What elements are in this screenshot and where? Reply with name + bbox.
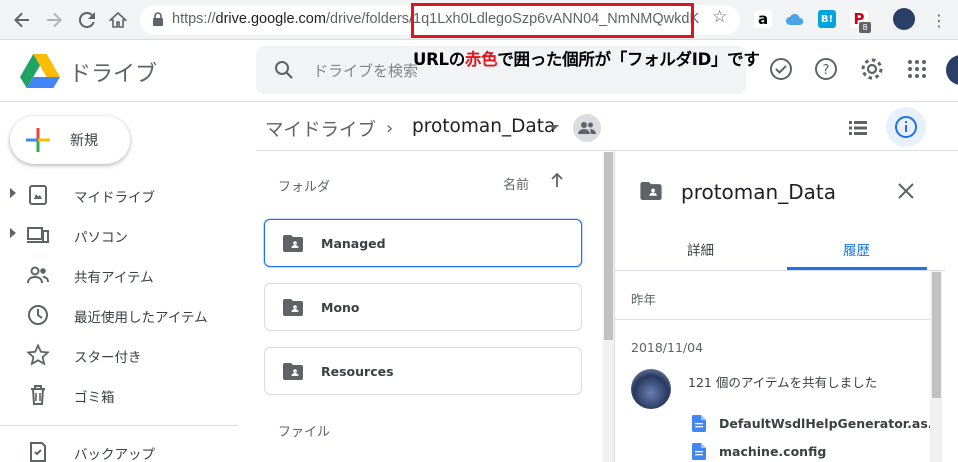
chevron-down-icon[interactable]	[549, 125, 559, 130]
cloud-extension-icon[interactable]	[786, 10, 804, 28]
backup-icon	[30, 442, 46, 462]
activity-description: 121 個のアイテムを共有しました	[688, 375, 878, 390]
url-prefix: https://	[172, 11, 216, 27]
files-section-label: ファイル	[278, 425, 331, 440]
help-icon[interactable]: ?	[813, 56, 839, 82]
url-domain: drive.google.com	[215, 11, 326, 27]
tab-details[interactable]: 詳細	[687, 239, 714, 259]
sidebar-item-label: マイドライブ	[74, 190, 155, 206]
clock-icon	[28, 305, 48, 325]
sidebar-item-recent[interactable]: 最近使用したアイテム	[0, 295, 238, 335]
folder-shared-icon	[283, 299, 303, 316]
plus-icon	[26, 128, 50, 152]
breadcrumb-root[interactable]: マイドライブ	[265, 116, 376, 142]
folder-card-managed[interactable]: Managed	[264, 219, 582, 267]
offline-check-icon[interactable]	[768, 56, 794, 82]
search-icon[interactable]	[274, 60, 294, 80]
details-title: protoman_Data	[681, 180, 836, 204]
folder-name: Mono	[321, 300, 360, 315]
shared-people-icon	[27, 266, 49, 284]
bookmark-star-icon[interactable]: ☆	[712, 7, 727, 27]
sidebar-item-label: 最近使用したアイテム	[74, 310, 208, 326]
extension-badge: 8	[859, 22, 871, 33]
period-divider	[615, 319, 930, 320]
trash-icon	[31, 385, 45, 405]
sidebar-item-label: 共有アイテム	[74, 270, 154, 286]
expand-arrow-icon[interactable]	[10, 188, 16, 198]
panel-scrollbar-thumb[interactable]	[932, 272, 941, 398]
folder-id-highlight-box	[411, 3, 694, 38]
annotation-caption: URLの赤色で囲った個所が「フォルダID」です	[413, 46, 760, 70]
url-path: /drive/folders/	[325, 11, 413, 27]
tab-activity[interactable]: 履歴	[843, 239, 870, 259]
sidebar-item-backup[interactable]: バックアップ	[0, 432, 238, 462]
new-label: 新規	[70, 133, 98, 149]
document-icon	[692, 443, 706, 460]
caption-part-2: で囲った個所が「フォルダID」です	[497, 50, 760, 69]
file-name: DefaultWsdlHelpGenerator.as...	[719, 416, 943, 431]
gear-icon[interactable]	[859, 56, 885, 82]
folder-card-mono[interactable]: Mono	[264, 283, 582, 331]
forward-arrow-icon[interactable]	[42, 8, 66, 32]
computers-icon	[27, 227, 49, 243]
sidebar-item-label: ゴミ箱	[74, 390, 115, 406]
folder-name: Managed	[321, 236, 386, 251]
sidebar-item-label: バックアップ	[74, 447, 155, 462]
folders-section-label: フォルダ	[278, 180, 331, 195]
browser-toolbar: https://drive.google.com/drive/folders/1…	[0, 0, 958, 40]
shared-folder-icon[interactable]	[573, 114, 601, 142]
svg-text:?: ?	[823, 63, 830, 78]
sort-up-arrow-icon[interactable]	[548, 171, 566, 189]
main-scrollbar-thumb[interactable]	[604, 152, 613, 340]
folder-name: Resources	[321, 364, 394, 379]
apps-grid-icon[interactable]	[904, 56, 930, 82]
caption-part-1: URLの	[413, 50, 465, 69]
star-icon	[26, 343, 50, 366]
new-button[interactable]: 新規	[10, 116, 130, 164]
my-drive-icon	[29, 185, 47, 205]
sidebar-item-label: スター付き	[74, 350, 142, 366]
close-icon[interactable]	[896, 181, 916, 201]
home-icon[interactable]	[106, 8, 130, 32]
hatena-extension-icon[interactable]: B!	[818, 10, 836, 28]
caption-red-word: 赤色	[464, 50, 498, 69]
avatar	[631, 369, 671, 409]
sidebar-item-computers[interactable]: パソコン	[0, 215, 238, 255]
amazon-extension-icon[interactable]: a	[754, 10, 772, 28]
tabs-divider	[615, 270, 945, 271]
folder-shared-icon	[640, 182, 662, 200]
search-placeholder: ドライブを検索	[313, 62, 419, 80]
sort-name-label[interactable]: 名前	[503, 174, 529, 193]
breadcrumb-separator: ›	[386, 118, 394, 139]
activity-date: 2018/11/04	[631, 340, 704, 355]
lock-icon	[153, 12, 163, 26]
profile-avatar[interactable]	[893, 8, 915, 30]
sidebar-item-shared[interactable]: 共有アイテム	[0, 255, 238, 295]
app-name[interactable]: ドライブ	[69, 56, 157, 88]
reload-icon[interactable]	[75, 8, 99, 32]
drive-logo-icon[interactable]	[20, 54, 60, 88]
folder-card-resources[interactable]: Resources	[264, 347, 582, 395]
folder-shared-icon	[283, 235, 303, 252]
breadcrumb-current[interactable]: protoman_Data	[412, 116, 555, 137]
folder-shared-icon	[283, 363, 303, 380]
sidebar-item-my-drive[interactable]: マイドライブ	[0, 175, 238, 215]
sidebar-item-label: パソコン	[74, 230, 128, 246]
expand-arrow-icon[interactable]	[10, 228, 16, 238]
sidebar-divider	[0, 425, 238, 426]
file-name: machine.config	[719, 444, 827, 459]
details-info-button[interactable]	[886, 107, 926, 147]
info-icon	[895, 116, 917, 138]
activity-period: 昨年	[631, 292, 657, 307]
sidebar-item-starred[interactable]: スター付き	[0, 335, 238, 375]
browser-menu-icon[interactable]: ⋮	[927, 8, 951, 32]
back-arrow-icon[interactable]	[10, 8, 34, 32]
sidebar-item-trash[interactable]: ゴミ箱	[0, 375, 238, 415]
document-icon	[692, 415, 706, 432]
list-view-icon[interactable]	[846, 116, 870, 140]
